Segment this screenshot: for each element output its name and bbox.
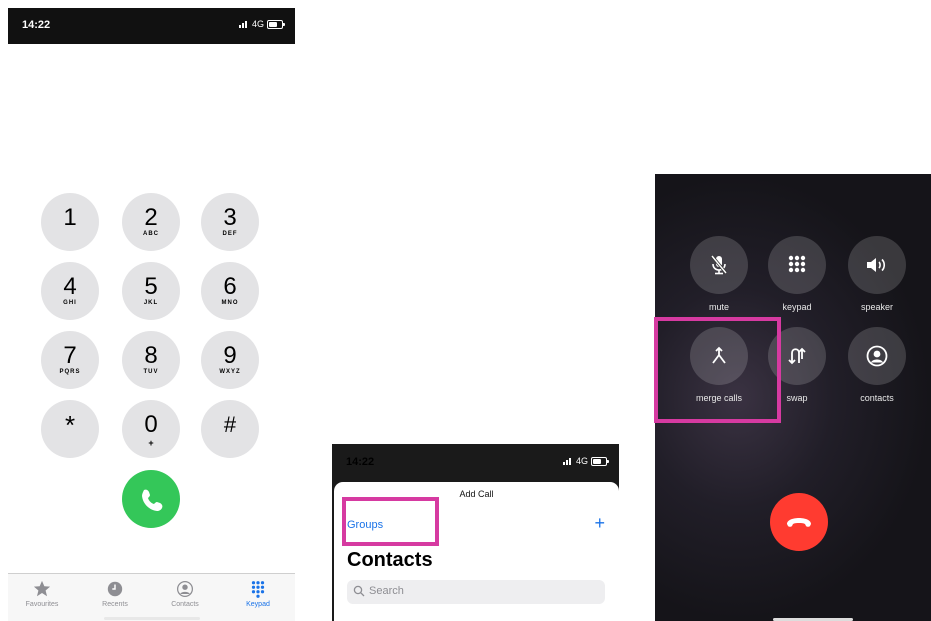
clock-icon	[107, 581, 123, 597]
key-digit: 3	[223, 204, 237, 231]
add-contact-button[interactable]: +	[594, 513, 605, 534]
keypad-icon	[788, 255, 806, 273]
key-star[interactable]: *	[41, 400, 99, 458]
mute-button[interactable]	[690, 236, 748, 294]
contacts-button[interactable]	[848, 327, 906, 385]
network-type: 4G	[251, 19, 264, 29]
swap-icon	[788, 347, 806, 365]
key-letters: ABC	[143, 231, 159, 237]
key-1[interactable]: 1	[41, 193, 99, 251]
tab-recents[interactable]: Recents	[85, 580, 145, 608]
key-digit: 0	[144, 411, 158, 438]
key-0[interactable]: 0 +	[122, 400, 180, 458]
status-indicators: 4G	[562, 456, 609, 466]
end-call-button[interactable]	[770, 493, 828, 551]
status-time: 14:22	[346, 456, 375, 468]
sheet-top	[8, 44, 295, 54]
merge-calls-highlight-box	[654, 317, 781, 423]
search-icon	[353, 585, 365, 597]
key-9[interactable]: 9 WXYZ	[201, 331, 259, 389]
phone-icon	[142, 489, 163, 511]
key-4[interactable]: 4 GHI	[41, 262, 99, 320]
tab-favourites[interactable]: Favourites	[12, 580, 72, 608]
mute-label: mute	[708, 302, 729, 312]
tab-contacts[interactable]: Contacts	[155, 580, 215, 608]
key-letters: DEF	[222, 231, 238, 237]
status-indicators: 4G	[238, 19, 285, 29]
tab-label: Favourites	[25, 601, 59, 608]
speaker-button[interactable]	[848, 236, 906, 294]
key-letters: +	[148, 438, 154, 448]
key-5[interactable]: 5 JKL	[122, 262, 180, 320]
status-time: 14:22	[22, 19, 51, 31]
contacts-label: contacts	[860, 393, 894, 403]
tab-label: Contacts	[171, 601, 199, 608]
tab-label: Recents	[102, 601, 128, 608]
key-digit: *	[64, 410, 76, 440]
battery-icon	[267, 19, 285, 29]
search-field[interactable]: Search	[347, 580, 605, 604]
speaker-icon	[867, 258, 886, 272]
key-digit: 8	[144, 342, 158, 369]
keypad-label: keypad	[782, 302, 812, 312]
key-digit: #	[223, 412, 237, 437]
key-8[interactable]: 8 TUV	[122, 331, 180, 389]
key-7[interactable]: 7 PQRS	[41, 331, 99, 389]
speaker-label: speaker	[860, 302, 894, 312]
key-letters: WXYZ	[219, 369, 241, 375]
key-digit: 6	[223, 273, 237, 300]
key-6[interactable]: 6 MNO	[201, 262, 259, 320]
contacts-heading: Contacts	[347, 549, 433, 571]
keypad-icon	[251, 581, 265, 598]
key-hash[interactable]: #	[201, 400, 259, 458]
key-letters: GHI	[63, 300, 77, 306]
status-bar: 14:22 4G	[8, 8, 295, 44]
person-circle-icon	[866, 345, 888, 367]
keypad-button[interactable]	[768, 236, 826, 294]
key-3[interactable]: 3 DEF	[201, 193, 259, 251]
key-letters: MNO	[221, 300, 239, 306]
key-digit: 7	[63, 342, 77, 369]
network-type: 4G	[575, 456, 588, 466]
end-call-icon	[787, 518, 811, 527]
keypad-screen: 14:22 4G 1 2 ABC 3 DEF 4 GHI 5 JKL 6 MNO 7 PQR…	[8, 8, 295, 621]
tab-bar: Favourites Recents Contacts Keypad	[8, 573, 295, 621]
person-circle-icon	[176, 580, 194, 598]
key-letters: PQRS	[59, 369, 81, 375]
key-digit: 1	[63, 204, 77, 231]
key-2[interactable]: 2 ABC	[122, 193, 180, 251]
key-letters: JKL	[143, 300, 159, 306]
search-placeholder: Search	[369, 585, 404, 597]
mic-off-icon	[710, 255, 728, 275]
groups-highlight-box	[342, 497, 439, 546]
key-digit: 9	[223, 342, 237, 369]
star-icon	[33, 580, 51, 597]
key-letters: TUV	[143, 369, 159, 375]
home-indicator	[104, 617, 200, 620]
call-button[interactable]	[122, 470, 180, 528]
key-digit: 2	[144, 204, 158, 231]
signal-icon	[562, 457, 573, 465]
signal-icon	[238, 20, 249, 28]
key-digit: 4	[63, 273, 77, 300]
tab-keypad[interactable]: Keypad	[228, 580, 288, 608]
key-digit: 5	[144, 273, 158, 300]
battery-icon	[591, 456, 609, 466]
tab-label: Keypad	[246, 601, 270, 608]
